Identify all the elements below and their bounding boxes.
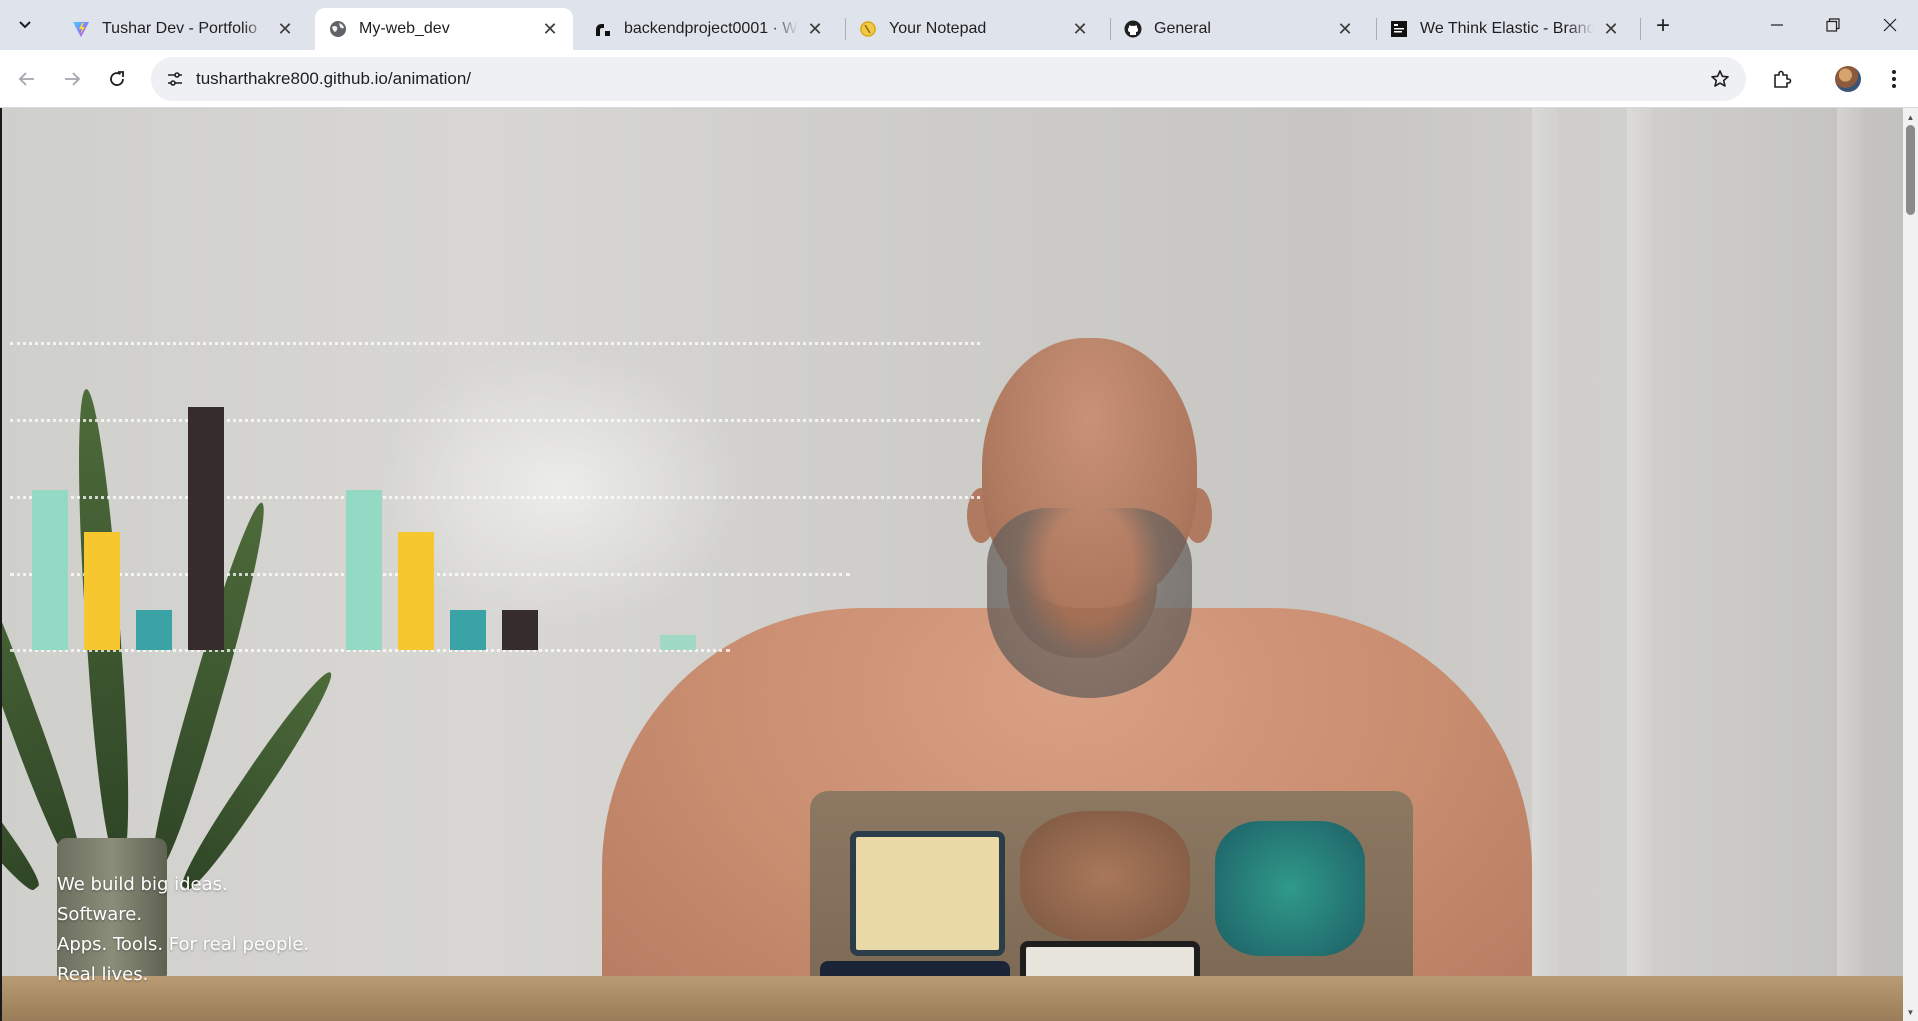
hero-line: Apps. Tools. For real people.	[57, 934, 310, 955]
minimize-button[interactable]	[1755, 8, 1799, 42]
hero-line: We build big ideas. Software.	[57, 874, 228, 925]
close-icon[interactable]: ✕	[1334, 18, 1356, 40]
tab-separator	[1110, 18, 1111, 40]
tab-title: We Think Elastic - Branding	[1420, 20, 1594, 37]
avatar	[1835, 66, 1861, 92]
url-text[interactable]: tusharthakre800.github.io/animation/	[196, 69, 471, 89]
person-beard	[987, 508, 1192, 698]
animated-bar-dark	[502, 610, 538, 650]
animated-bar-mint	[32, 490, 68, 650]
wall-panel	[1627, 108, 1653, 1021]
tab-general[interactable]: General ✕	[1110, 8, 1368, 50]
hero-tagline: We build big ideas. Software. Apps. Tool…	[57, 870, 317, 990]
animated-bar-mint	[346, 490, 382, 650]
tab-portfolio[interactable]: Tushar Dev - Portfolio ✕	[58, 8, 308, 50]
notepad-icon	[859, 20, 877, 38]
tab-title: Tushar Dev - Portfolio	[102, 20, 258, 37]
scrollbar-thumb[interactable]	[1906, 125, 1915, 215]
tab-title: General	[1154, 20, 1211, 37]
more-vertical-icon	[1892, 70, 1896, 88]
dotted-guide-line	[10, 419, 980, 422]
arrow-left-icon	[18, 72, 34, 86]
animated-bar-dark	[188, 407, 224, 650]
laptop-sticker	[1020, 811, 1190, 941]
wall-panel	[1532, 108, 1558, 1021]
bookmark-button[interactable]	[1706, 65, 1734, 93]
restore-icon	[1826, 18, 1840, 32]
render-logo-icon	[594, 20, 612, 38]
dotted-guide-line	[10, 496, 980, 499]
hero-line: Real lives.	[57, 964, 149, 985]
reload-icon	[110, 71, 124, 86]
close-icon[interactable]: ✕	[1600, 18, 1622, 40]
forward-button[interactable]	[56, 63, 88, 95]
puzzle-icon	[1774, 70, 1792, 88]
minimize-icon	[1771, 24, 1783, 26]
tab-separator	[1640, 18, 1641, 40]
animated-bar-yellow	[398, 532, 434, 650]
animated-bar-mint	[660, 635, 696, 650]
close-icon[interactable]: ✕	[1069, 18, 1091, 40]
menu-button[interactable]	[1878, 63, 1910, 95]
vertical-scrollbar[interactable]: ▲ ▼	[1903, 108, 1918, 1021]
tab-elastic-branding[interactable]: We Think Elastic - Branding ✕	[1376, 8, 1634, 50]
page-viewport: We build big ideas. Software. Apps. Tool…	[0, 108, 1903, 1021]
globe-icon	[329, 20, 347, 38]
tab-title: backendproject0001 · Web	[624, 20, 798, 37]
animated-bar-yellow	[84, 532, 120, 650]
tab-your-notepad[interactable]: Your Notepad ✕	[845, 8, 1103, 50]
vite-logo-icon	[72, 20, 90, 38]
new-tab-button[interactable]: +	[1648, 12, 1678, 40]
scroll-down-icon[interactable]: ▼	[1903, 1005, 1918, 1019]
tab-my-web-dev[interactable]: My-web_dev ✕	[315, 8, 573, 50]
animated-bar-teal	[450, 610, 486, 650]
restore-button[interactable]	[1811, 8, 1855, 42]
star-icon	[1711, 70, 1729, 87]
animated-bar-teal	[136, 610, 172, 650]
github-icon	[1124, 20, 1142, 38]
browser-toolbar: tusharthakre800.github.io/animation/	[0, 50, 1918, 108]
laptop-sticker	[1215, 821, 1365, 956]
tab-search-button[interactable]	[10, 11, 40, 39]
elastic-branding-icon	[1390, 20, 1408, 38]
site-info-button[interactable]	[159, 63, 191, 95]
close-icon	[1883, 18, 1897, 32]
back-button[interactable]	[11, 63, 43, 95]
tune-icon	[168, 72, 182, 86]
arrow-right-icon	[65, 72, 81, 86]
close-icon[interactable]: ✕	[539, 18, 561, 40]
dotted-guide-line	[10, 342, 980, 345]
reload-button[interactable]	[101, 63, 133, 95]
close-icon[interactable]: ✕	[274, 18, 296, 40]
tab-strip: Tushar Dev - Portfolio ✕ My-web_dev ✕ ba…	[0, 0, 1918, 50]
scroll-up-icon[interactable]: ▲	[1903, 110, 1918, 124]
tab-backendproject[interactable]: backendproject0001 · Web ✕	[580, 8, 838, 50]
chevron-down-icon	[19, 21, 31, 29]
laptop-sticker	[850, 831, 1005, 956]
close-icon[interactable]: ✕	[804, 18, 826, 40]
tab-title: Your Notepad	[889, 20, 987, 37]
wall-panel	[1837, 108, 1863, 1021]
address-bar[interactable]: tusharthakre800.github.io/animation/	[151, 57, 1746, 101]
tab-separator	[845, 18, 846, 40]
close-window-button[interactable]	[1868, 8, 1912, 42]
tab-separator	[1376, 18, 1377, 40]
profile-button[interactable]	[1832, 63, 1864, 95]
extensions-button[interactable]	[1766, 63, 1798, 95]
tab-title: My-web_dev	[359, 20, 450, 37]
